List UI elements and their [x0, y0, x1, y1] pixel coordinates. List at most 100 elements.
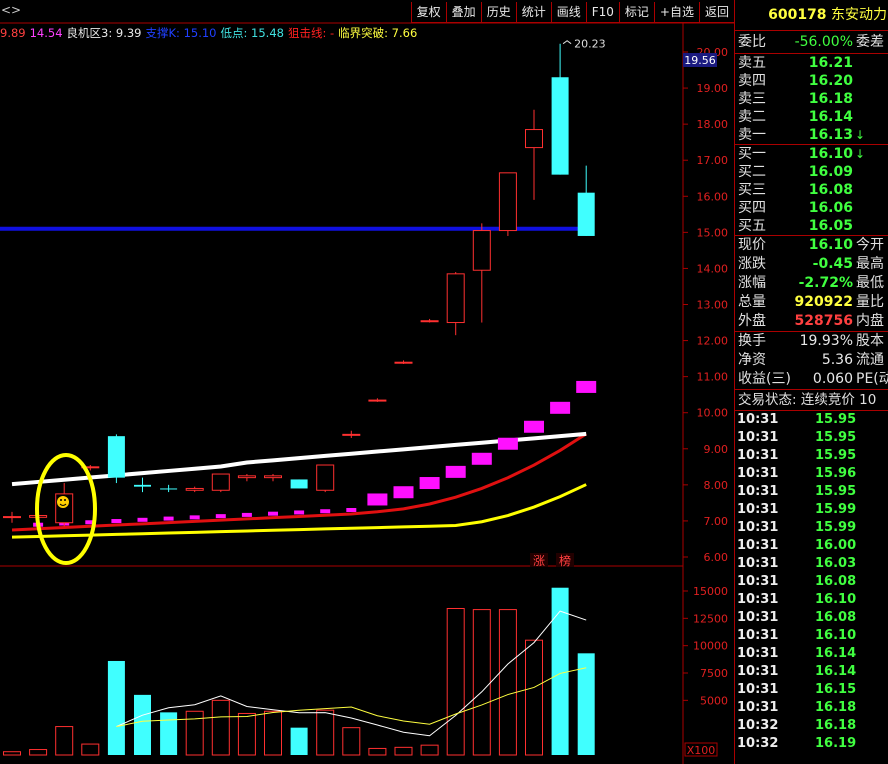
tick-price: 15.96	[815, 466, 857, 481]
tick-time: 10:31	[737, 664, 779, 679]
tick-row: 10:31 15.95	[735, 483, 888, 501]
volume-axis-label: 5000	[700, 694, 728, 707]
stat-extra-label: 今开	[856, 237, 884, 253]
stat-label: 总量	[738, 294, 766, 310]
sell-orders: 卖五 16.21 卖四 16.20 卖三 16.18 卖二 16.14 卖一 16.13 ↓	[735, 54, 888, 144]
tick-time: 10:31	[737, 430, 779, 445]
order-label: 买二	[738, 164, 766, 180]
stat-row: 收益(三) 0.060PE(动	[735, 370, 888, 389]
tick-row: 10:31 16.10	[735, 627, 888, 645]
stat-value: 16.10	[808, 237, 853, 253]
indicator-legend: 9.89 14.54 良机区3: 9.39 支撑K: 15.10 低点: 15.48 狙击…	[0, 25, 421, 41]
order-row[interactable]: 买四 16.06	[735, 199, 888, 217]
candle-body[interactable]	[107, 436, 125, 478]
signal-marker	[497, 437, 518, 450]
toolbar-button[interactable]: F10	[585, 2, 619, 23]
stock-header[interactable]: 600178 东安动力	[735, 0, 888, 31]
candle-body[interactable]	[264, 475, 282, 479]
stat-value: -2.72%	[798, 275, 853, 291]
volume-bar	[394, 746, 413, 756]
order-label: 买四	[738, 200, 766, 216]
order-row[interactable]: 卖四 16.20	[735, 72, 888, 90]
chart-topbar: <> 复权 叠加 历史 统计 画线 F10 标记 +自选 返回	[0, 0, 734, 23]
order-row[interactable]: 买三 16.08	[735, 181, 888, 199]
signal-marker	[524, 420, 544, 433]
indicator-value: 低点: 15.48	[220, 26, 284, 40]
candle-body[interactable]	[368, 399, 387, 402]
order-label: 卖三	[738, 91, 766, 107]
volume-bar	[185, 710, 204, 756]
tick-price: 16.03	[815, 556, 857, 571]
order-row[interactable]: 买五 16.05	[735, 217, 888, 235]
candle-body[interactable]	[134, 484, 151, 487]
order-row[interactable]: 买一 16.10 ↓	[735, 145, 888, 163]
candle-body[interactable]	[420, 320, 439, 323]
signal-marker	[320, 509, 331, 514]
candle-body[interactable]	[211, 473, 230, 491]
order-row[interactable]: 卖五 16.21	[735, 54, 888, 72]
signal-marker	[268, 511, 278, 516]
candle-body[interactable]	[446, 273, 465, 324]
smiley-eye	[64, 499, 66, 501]
order-price: 16.05	[808, 218, 853, 234]
toolbar-button[interactable]: +自选	[653, 2, 699, 23]
toolbar-button[interactable]: 历史	[480, 2, 516, 23]
nav-arrows[interactable]: <>	[1, 3, 21, 17]
tick-row: 10:31 15.96	[735, 465, 888, 483]
volume-bar	[211, 699, 230, 756]
toolbar-button[interactable]: 返回	[698, 2, 734, 23]
signal-marker	[241, 512, 252, 517]
candle-body[interactable]	[160, 488, 178, 490]
toolbar-button[interactable]: 标记	[618, 2, 654, 23]
order-label: 卖四	[738, 73, 766, 89]
candle-body[interactable]	[472, 230, 491, 271]
stat-label: 涨跌	[738, 256, 766, 272]
smiley-eye	[60, 499, 62, 501]
candle-body[interactable]	[498, 172, 517, 232]
tick-time: 10:31	[737, 520, 779, 535]
toolbar-button[interactable]: 叠加	[445, 2, 481, 23]
order-price: 16.09	[808, 164, 853, 180]
tick-list[interactable]: 10:31 15.95 10:31 15.95 10:31 15.95 10:31 15.96…	[735, 411, 888, 753]
candle-body[interactable]	[316, 464, 335, 491]
candle-body[interactable]	[394, 361, 413, 364]
candle-body[interactable]	[3, 516, 21, 519]
candle-body[interactable]	[342, 433, 361, 436]
tick-price: 16.14	[815, 664, 857, 679]
tick-price: 15.95	[815, 448, 857, 463]
order-row[interactable]: 卖三 16.18	[735, 90, 888, 108]
price-axis-label: 15.00	[697, 226, 729, 239]
order-price: 16.21	[808, 55, 853, 71]
order-row[interactable]: 买二 16.09	[735, 163, 888, 181]
stat-row: 涨跌 -0.45 最高	[735, 255, 888, 274]
toolbar-button[interactable]: 画线	[550, 2, 586, 23]
tick-row: 10:31 15.95	[735, 447, 888, 465]
candle-body[interactable]	[237, 475, 256, 479]
toolbar-button[interactable]: 统计	[515, 2, 551, 23]
order-row[interactable]: 卖二 16.14	[735, 108, 888, 126]
stat-label: 换手	[738, 333, 766, 349]
order-row[interactable]: 卖一 16.13 ↓	[735, 126, 888, 144]
tick-time: 10:31	[737, 610, 779, 625]
kline-chart[interactable]: 20.0019.0018.0017.0016.0015.0014.0013.00…	[0, 0, 734, 764]
tick-price: 15.95	[815, 484, 857, 499]
stat-label: 净资	[738, 352, 766, 368]
toolbar-button[interactable]: 复权	[410, 2, 446, 23]
stat-value: 920922	[794, 294, 853, 310]
volume-axis-label: 15000	[693, 585, 728, 598]
stat-label: 外盘	[738, 313, 766, 329]
tick-time: 10:31	[737, 466, 779, 481]
candle-body[interactable]	[525, 129, 543, 149]
tick-time: 10:31	[737, 412, 779, 427]
candle-body[interactable]	[290, 479, 308, 489]
signal-marker	[346, 508, 357, 513]
candle-body[interactable]	[185, 487, 204, 491]
candle-body[interactable]	[577, 192, 595, 236]
volume-bar	[498, 609, 517, 756]
stat-value: 0.060	[812, 371, 853, 387]
kline-chart-area[interactable]: 20.00 19.00 18.00 17.00 16.00 15.00 14.00 13.00…	[0, 0, 734, 764]
quote-panel: 600178 东安动力 委比 -56.00% 委差 卖五 16.21 卖四 16.20…	[734, 0, 888, 764]
candle-body[interactable]	[551, 77, 569, 175]
volume-bar	[160, 712, 178, 755]
stat-value: -0.45	[812, 256, 853, 272]
